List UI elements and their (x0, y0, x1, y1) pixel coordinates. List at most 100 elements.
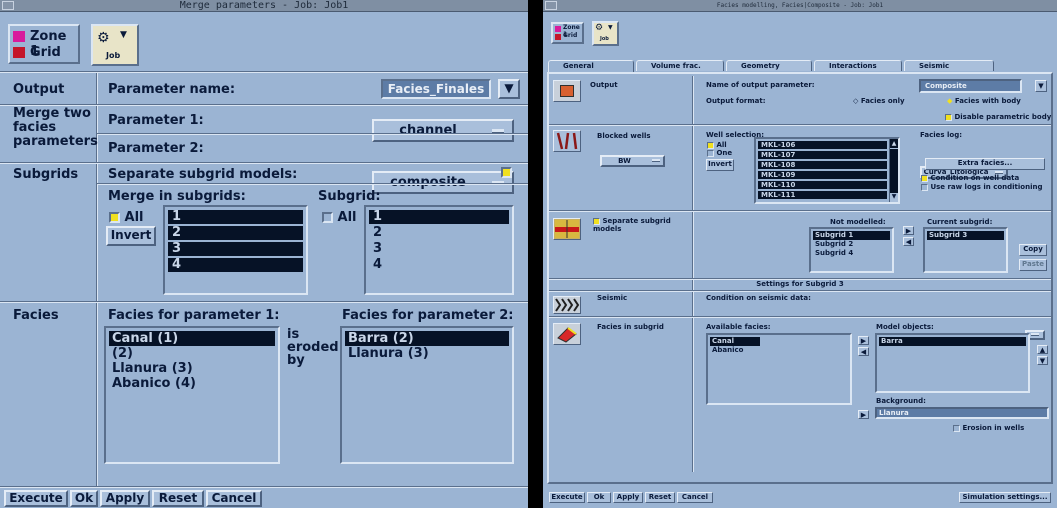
scroll-up-icon[interactable]: ▲ (890, 139, 898, 148)
zone-grid-indicator[interactable]: Zone 1 Grid (8, 24, 80, 64)
list-item[interactable]: Barra (2) (345, 331, 509, 346)
separate-subgrid-checkbox[interactable] (593, 217, 600, 225)
list-item[interactable]: Subgrid 1 (813, 231, 890, 240)
condition-well-checkbox[interactable] (921, 174, 928, 182)
subgrid-all-toggle[interactable]: All (322, 210, 357, 225)
parameter-1-option-menu[interactable]: channel (372, 119, 514, 142)
list-item[interactable]: MKL-106 (758, 141, 887, 149)
well-list-scrollbar[interactable]: ▲ ▼ (889, 139, 898, 202)
separate-subgrid-toggle[interactable]: Separate subgrid models (593, 217, 689, 233)
well-selection-list[interactable]: MKL-106 MKL-107 MKL-108 MKL-109 MKL-110 … (754, 137, 900, 204)
list-item[interactable]: 3 (369, 242, 509, 256)
use-raw-logs-checkbox[interactable] (921, 183, 928, 191)
output-name-field[interactable]: Composite (919, 79, 1022, 93)
list-item[interactable]: Abanico (710, 346, 848, 355)
merge-all-toggle[interactable]: All (109, 210, 144, 225)
facies-parameter-1-list[interactable]: Canal (1) (2) Llanura (3) Abanico (4) (104, 326, 280, 464)
cancel-button[interactable]: Cancel (206, 490, 262, 507)
list-item[interactable]: (2) (109, 346, 275, 361)
disable-parametric-body-checkbox[interactable] (945, 113, 952, 121)
apply-button[interactable]: Apply (613, 492, 643, 503)
tab-geometry[interactable]: Geometry (726, 60, 812, 71)
list-item[interactable]: 3 (168, 242, 303, 256)
output-name-dropdown-button[interactable]: ▼ (1035, 80, 1047, 92)
condition-well-toggle[interactable]: Condition on well data (921, 174, 1019, 182)
use-raw-logs-toggle[interactable]: Use raw logs in conditioning (921, 183, 1049, 191)
list-item[interactable]: 1 (369, 210, 509, 224)
separate-subgrid-models-checkbox[interactable] (501, 167, 512, 178)
window-menu-button[interactable] (2, 1, 14, 10)
move-right-button[interactable]: ▶ (903, 226, 914, 235)
parameter-name-dropdown-button[interactable]: ▼ (498, 79, 520, 99)
list-item[interactable]: MKL-108 (758, 161, 887, 169)
ok-button[interactable]: Ok (70, 490, 98, 507)
parameter-name-field[interactable]: Facies_Finales (381, 79, 491, 99)
execute-button[interactable]: Execute (4, 490, 68, 507)
model-objects-list[interactable]: Barra (875, 333, 1030, 393)
paste-button[interactable]: Paste (1019, 259, 1047, 271)
simulation-settings-button[interactable]: Simulation settings... (959, 492, 1051, 503)
erosion-in-wells-toggle[interactable]: Erosion in wells (953, 424, 1024, 432)
reset-button[interactable]: Reset (645, 492, 675, 503)
subgrid-list[interactable]: 1 2 3 4 (364, 205, 514, 295)
merge-all-checkbox[interactable] (109, 212, 120, 223)
list-item[interactable]: Subgrid 2 (813, 240, 890, 249)
blocked-wells-option-menu[interactable]: BW (600, 155, 665, 167)
list-item[interactable]: MKL-109 (758, 171, 887, 179)
execute-button[interactable]: Execute (549, 492, 585, 503)
list-item[interactable]: Abanico (4) (109, 376, 275, 391)
window-titlebar[interactable]: Merge parameters - Job: Job1 (0, 0, 528, 12)
facies-parameter-2-list[interactable]: Barra (2) Llanura (3) (340, 326, 514, 464)
list-item[interactable]: 4 (369, 258, 509, 272)
extra-facies-button[interactable]: Extra facies... (925, 158, 1045, 170)
merge-subgrids-list[interactable]: 1 2 3 4 (163, 205, 308, 295)
wells-one-toggle[interactable]: One (707, 149, 732, 157)
tab-interactions[interactable]: Interactions (814, 60, 902, 71)
wells-invert-button[interactable]: Invert (706, 159, 734, 171)
zone-grid-indicator[interactable]: Zone 1 Grid (551, 22, 584, 44)
copy-button[interactable]: Copy (1019, 244, 1047, 256)
wells-one-checkbox[interactable] (707, 149, 714, 157)
scroll-down-icon[interactable]: ▼ (890, 193, 898, 201)
job-button[interactable]: ⚙ ▼ Job (91, 24, 139, 66)
list-item[interactable]: Canal (1) (109, 331, 275, 346)
list-item[interactable]: Llanura (3) (109, 361, 275, 376)
list-item[interactable]: Llanura (3) (345, 346, 509, 361)
merge-invert-button[interactable]: Invert (106, 226, 156, 246)
current-subgrid-list[interactable]: Subgrid 3 (923, 227, 1008, 273)
list-item[interactable]: MKL-110 (758, 181, 887, 189)
erosion-in-wells-checkbox[interactable] (953, 424, 960, 432)
list-item[interactable]: MKL-107 (758, 151, 887, 159)
list-item[interactable]: 4 (168, 258, 303, 272)
not-modelled-list[interactable]: Subgrid 1 Subgrid 2 Subgrid 4 (809, 227, 894, 273)
remove-model-object-button[interactable]: ◀ (858, 347, 869, 356)
set-background-button[interactable]: ▶ (858, 410, 869, 419)
list-item[interactable]: MKL-111 (758, 191, 887, 199)
job-button[interactable]: ⚙ ▼ Job (592, 21, 619, 46)
list-item[interactable]: Barra (879, 337, 1026, 346)
facies-with-body-radio[interactable]: ◆ Facies with body (947, 97, 1021, 105)
list-item[interactable]: Canal (710, 337, 760, 346)
window-titlebar[interactable]: Facies modelling, Facies|Composite - Job… (543, 0, 1057, 12)
list-item[interactable]: Subgrid 3 (927, 231, 1004, 240)
move-up-button[interactable]: ▲ (1037, 345, 1048, 354)
add-model-object-button[interactable]: ▶ (858, 336, 869, 345)
apply-button[interactable]: Apply (100, 490, 150, 507)
list-item[interactable]: 2 (168, 226, 303, 240)
subgrid-all-checkbox[interactable] (322, 212, 333, 223)
available-facies-list[interactable]: Canal Abanico (706, 333, 852, 405)
move-left-button[interactable]: ◀ (903, 237, 914, 246)
scrollbar-thumb[interactable] (890, 149, 898, 193)
tab-seismic[interactable]: Seismic (904, 60, 994, 71)
list-item[interactable]: 2 (369, 226, 509, 240)
tab-general[interactable]: General (548, 60, 634, 72)
facies-only-radio[interactable]: ◇ Facies only (853, 97, 905, 105)
disable-parametric-body-toggle[interactable]: Disable parametric body (945, 113, 1051, 121)
list-item[interactable]: 1 (168, 210, 303, 224)
reset-button[interactable]: Reset (152, 490, 204, 507)
move-down-button[interactable]: ▼ (1037, 356, 1048, 365)
cancel-button[interactable]: Cancel (677, 492, 713, 503)
ok-button[interactable]: Ok (587, 492, 611, 503)
background-field[interactable]: Llanura (875, 407, 1049, 419)
wells-all-checkbox[interactable] (707, 141, 714, 149)
